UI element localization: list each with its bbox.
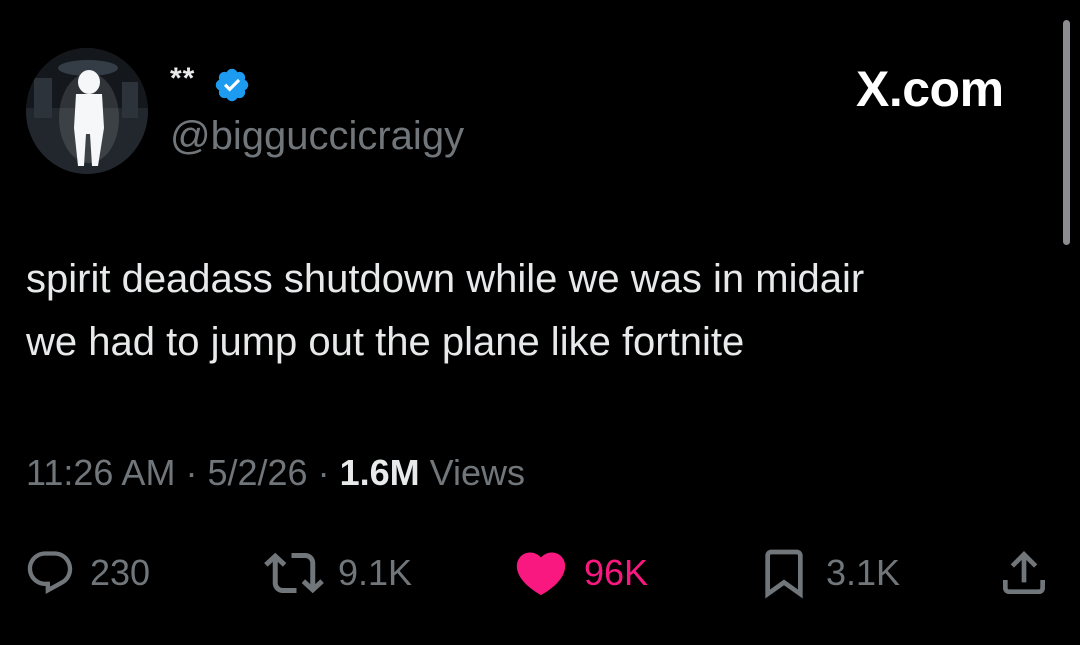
like-button[interactable]: 96K (512, 538, 648, 608)
repost-count: 9.1K (338, 552, 413, 593)
views-count: 1.6M (339, 452, 420, 493)
post-date[interactable]: 5/2/26 (207, 452, 307, 493)
bookmark-count: 3.1K (826, 552, 901, 593)
bookmark-icon (765, 549, 803, 599)
like-count: 96K (584, 552, 649, 593)
verified-badge-icon (215, 68, 249, 102)
post-text-line: spirit deadass shutdown while we was in … (26, 257, 865, 301)
brand-logo: X.com (856, 61, 1004, 117)
repost-icon (264, 552, 324, 594)
share-icon (1003, 551, 1045, 594)
meta-separator: · (185, 452, 198, 493)
reply-icon (27, 551, 73, 595)
post-time[interactable]: 11:26 AM (26, 452, 175, 493)
author-handle[interactable]: @bigguccicraigy (170, 114, 464, 159)
post-text-line: we had to jump out the plane like fortni… (26, 320, 745, 364)
profile-photo (26, 48, 148, 174)
repost-button[interactable]: 9.1K (264, 538, 412, 608)
bookmark-button[interactable]: 3.1K (756, 538, 900, 608)
post-text: spirit deadass shutdown while we was in … (26, 248, 1036, 374)
heart-icon (516, 552, 566, 596)
share-button[interactable] (996, 538, 1052, 608)
views-label: Views (429, 452, 526, 493)
meta-separator: · (317, 452, 330, 493)
display-name[interactable]: ** (170, 62, 195, 96)
action-bar: 230 9.1K 96K 3.1K (0, 538, 1080, 608)
reply-count: 230 (90, 552, 151, 593)
scrollbar[interactable] (1063, 20, 1070, 245)
avatar[interactable] (26, 48, 148, 174)
reply-button[interactable]: 230 (24, 538, 150, 608)
post-meta: 11:26 AM · 5/2/26 · 1.6M Views (26, 452, 525, 494)
